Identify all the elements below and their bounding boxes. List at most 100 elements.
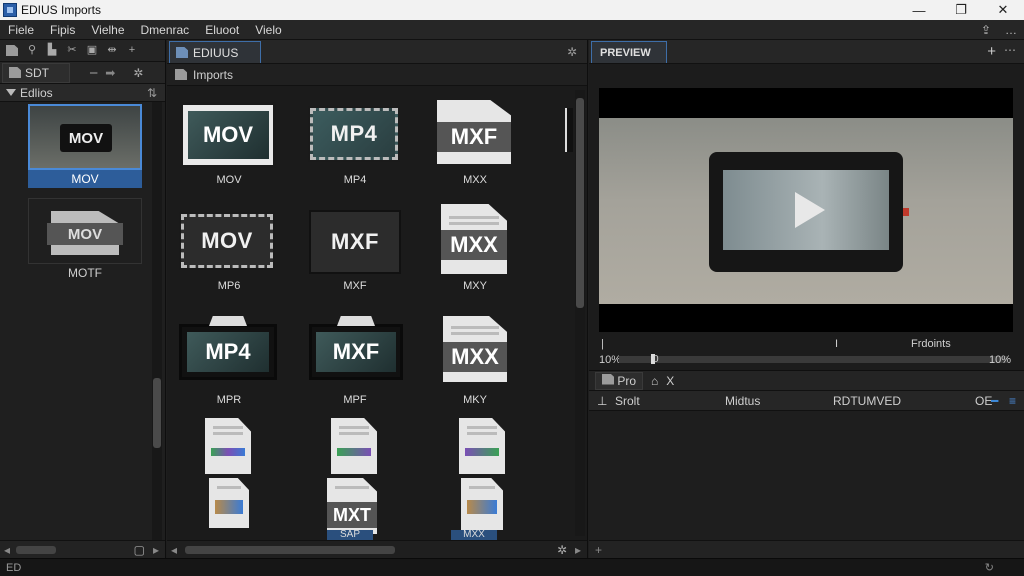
partial-label: MXX xyxy=(451,530,497,540)
settings-icon[interactable]: ✲ xyxy=(567,45,577,59)
scroll-right-icon[interactable]: ▸ xyxy=(575,543,581,557)
col-status[interactable]: Midtus xyxy=(725,394,760,408)
tile-label: MXX xyxy=(463,174,487,186)
settings-icon[interactable]: ✲ xyxy=(557,543,567,557)
imports-grid: MOV MOV MP4 MP4 MXF MXX MOV MP6 MXF MXF xyxy=(167,86,575,540)
col-sort-icon[interactable]: ⊥ xyxy=(597,394,607,408)
menu-bar: Fiele Fipis Vielhe Dmenrac Eluoot Vielo … xyxy=(0,20,1024,40)
bin-folder-header[interactable]: Edlios ⇅ xyxy=(0,84,165,102)
menu-file[interactable]: Fiele xyxy=(0,23,42,37)
add-icon[interactable]: + xyxy=(595,543,602,557)
media-tile[interactable]: MXT xyxy=(323,418,423,540)
menu-view[interactable]: Vielhe xyxy=(83,23,132,37)
timeline-left-pct: 10% xyxy=(599,354,622,366)
properties-bottom-bar: + xyxy=(589,540,1024,558)
refresh-icon[interactable]: ↻ xyxy=(985,561,994,574)
imports-tab[interactable]: EDIUUS xyxy=(169,41,261,63)
upload-icon[interactable]: ⇪ xyxy=(974,23,998,37)
col-removed[interactable]: RDTUMVED xyxy=(833,394,901,408)
scroll-right-icon[interactable]: ▸ xyxy=(153,543,159,557)
horizontal-scroll-thumb[interactable] xyxy=(16,545,57,554)
play-icon xyxy=(795,192,825,228)
properties-panel: Pro ⌂ X ⊥ Srolt Midtus RDTUMVED OE ━ ≡ + xyxy=(589,370,1024,558)
media-tile[interactable]: MXX MKY xyxy=(425,316,525,416)
bin-panel: ⚲ ▙ ✂ ▣ ⇹ + SDT ━ ➡ ✲ Edlios ⇅ MOV MOV M… xyxy=(0,40,166,558)
preview-frame xyxy=(599,118,1013,304)
move-icon[interactable]: ⇹ xyxy=(106,45,118,56)
bin-clip[interactable]: MOV MOTF xyxy=(28,198,142,282)
media-tile[interactable] xyxy=(195,418,295,540)
close-button[interactable]: ✕ xyxy=(982,0,1024,20)
video-file-icon: MOV xyxy=(180,102,276,168)
media-tile[interactable] xyxy=(449,418,549,540)
scrollbar-thumb[interactable] xyxy=(153,378,161,448)
thumb-badge: MOV xyxy=(47,223,123,245)
document-icon xyxy=(459,418,505,474)
preview-timeline[interactable]: | I Frdoints 10% 0 10% xyxy=(589,336,1024,370)
preview-screen[interactable] xyxy=(599,88,1013,332)
media-tile[interactable]: MXF MXF xyxy=(305,210,405,310)
menu-render[interactable]: Eluoot xyxy=(197,23,247,37)
col-oe[interactable]: OE xyxy=(975,394,992,408)
timeline-track[interactable] xyxy=(619,356,1007,363)
timeline-start: 0 xyxy=(653,354,659,365)
col-menu-icon[interactable]: ≡ xyxy=(1009,394,1016,408)
scrollbar-thumb[interactable] xyxy=(576,98,584,308)
timeline-tick: | xyxy=(601,338,604,350)
add-icon[interactable]: + xyxy=(126,45,138,56)
collapse-icon[interactable] xyxy=(6,89,16,96)
cut-icon[interactable]: ✂ xyxy=(66,45,78,56)
preview-tab[interactable]: PREVIEW xyxy=(591,41,667,63)
settings-icon[interactable]: ✲ xyxy=(133,66,143,80)
copy-icon[interactable]: ▣ xyxy=(86,45,98,56)
bin-scrollbar[interactable] xyxy=(152,102,162,540)
more-icon[interactable]: … xyxy=(998,23,1024,37)
menu-video[interactable]: Vielo xyxy=(247,23,289,37)
tab-project-label: Pro xyxy=(617,373,637,388)
view-toggle-icon[interactable]: ▢ xyxy=(134,543,145,557)
home-icon[interactable]: ⌂ xyxy=(651,374,658,388)
sort-icon[interactable]: ⇅ xyxy=(147,86,157,100)
close-tab-icon[interactable]: X xyxy=(666,374,674,388)
new-file-icon[interactable] xyxy=(6,45,18,56)
video-file-icon: MP4 xyxy=(179,324,277,380)
add-icon[interactable]: + xyxy=(987,43,996,60)
scroll-left-icon[interactable]: ◂ xyxy=(4,543,10,557)
more-icon[interactable]: ⋯ xyxy=(1004,43,1016,57)
folder-icon xyxy=(602,373,614,385)
properties-columns: ⊥ Srolt Midtus RDTUMVED OE ━ ≡ xyxy=(589,391,1024,411)
media-tile[interactable]: MXX MXY xyxy=(425,204,525,310)
horizontal-scroll-thumb[interactable] xyxy=(185,546,395,554)
minimize-button[interactable]: — xyxy=(898,0,940,20)
back-arrow-icon[interactable]: ━ xyxy=(90,66,97,80)
media-tile[interactable]: MOV MOV xyxy=(179,100,279,200)
timeline-right-pct: 10% xyxy=(989,354,1012,366)
media-tile[interactable]: MXF MXX xyxy=(425,100,525,200)
document-icon: MXT xyxy=(327,478,377,534)
tab-project[interactable]: Pro xyxy=(595,371,644,390)
document-icon xyxy=(461,478,503,530)
folder-icon xyxy=(175,69,187,80)
menu-edit[interactable]: Fipis xyxy=(42,23,83,37)
document-icon: MXF xyxy=(437,100,511,164)
col-dropdown-icon[interactable]: ━ xyxy=(991,394,998,408)
bin-clip[interactable]: MOV MOV xyxy=(28,104,142,188)
tile-label: MXY xyxy=(463,280,487,292)
media-tile[interactable]: MXF MPF xyxy=(305,316,405,416)
folder-icon xyxy=(176,47,188,58)
menu-clip[interactable]: Dmenrac xyxy=(133,23,198,37)
media-tile[interactable]: MP4 MP4 xyxy=(305,100,405,200)
link-icon[interactable]: ⚲ xyxy=(26,45,38,56)
imports-scrollbar[interactable] xyxy=(575,90,585,536)
col-sort[interactable]: Srolt xyxy=(615,394,640,408)
bin-tab[interactable]: SDT xyxy=(2,62,70,83)
scroll-left-icon[interactable]: ◂ xyxy=(171,543,177,557)
preview-panel: PREVIEW + ⋯ | I Frdoints 10% 0 10% xyxy=(589,40,1024,370)
chart-icon[interactable]: ▙ xyxy=(46,45,58,56)
forward-arrow-icon[interactable]: ➡ xyxy=(105,66,115,80)
maximize-button[interactable]: ❐ xyxy=(940,0,982,20)
media-tile[interactable]: MP4 MPR xyxy=(179,316,279,416)
media-tile[interactable]: MOV MP6 xyxy=(179,210,279,310)
tile-label: MP6 xyxy=(217,280,241,292)
timeline-marker: I xyxy=(835,338,839,350)
